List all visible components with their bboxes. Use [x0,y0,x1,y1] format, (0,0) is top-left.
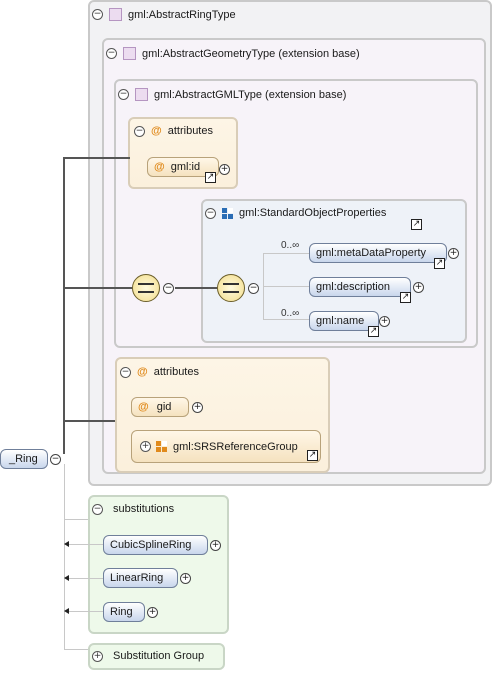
connector-line [63,157,65,454]
cardinality-label: 0..∞ [281,240,300,251]
substitutions-header[interactable]: − substitutions [92,503,174,515]
link-arrow-icon[interactable]: ↗ [434,258,445,269]
attribute-at-icon: @ [138,401,149,413]
ring-element[interactable]: Ring [103,602,145,622]
collapse-icon[interactable]: − [163,283,174,294]
gml-attributes-title: attributes [167,125,213,137]
collapse-icon[interactable]: − [50,454,61,465]
standard-object-properties-header[interactable]: − gml:StandardObjectProperties [205,207,386,219]
collapse-icon[interactable]: − [92,9,103,20]
abstract-ring-type-title: gml:AbstractRingType [128,8,236,21]
collapse-icon[interactable]: − [120,366,131,378]
branch-line [263,253,309,254]
attribute-at-icon: @ [137,366,148,378]
branch-line [64,649,89,650]
expand-icon[interactable]: + [180,573,191,584]
expand-icon[interactable]: + [219,164,230,175]
expand-icon[interactable]: + [379,316,390,327]
linear-ring-label: LinearRing [110,572,164,584]
collapse-icon[interactable]: − [134,125,145,137]
name-label: gml:name [316,315,365,327]
description-label: gml:description [316,281,390,293]
gid-attribute[interactable]: @ gid [131,397,189,417]
attribute-at-icon: @ [154,161,165,173]
link-arrow-icon[interactable]: ↗ [368,326,379,337]
connector-line [63,157,130,159]
sequence-compositor-icon[interactable] [132,274,160,302]
link-arrow-icon[interactable]: ↗ [400,292,411,303]
connector-line [175,287,217,289]
substitutions-title: substitutions [113,503,175,515]
branch-line [64,464,65,649]
standard-object-properties-title: gml:StandardObjectProperties [239,207,387,219]
cardinality-label: 0..∞ [281,308,300,319]
expand-icon[interactable]: + [192,402,203,413]
group-icon [222,207,233,219]
complex-type-icon [109,8,122,21]
branch-line [64,519,89,520]
expand-icon[interactable]: + [140,441,151,452]
abstract-geometry-type-title: gml:AbstractGeometryType (extension base… [142,47,360,60]
linear-ring-element[interactable]: LinearRing [103,568,178,588]
branch-line [263,319,309,320]
ring-attributes-header[interactable]: − @ attributes [120,366,199,378]
branch-line [69,544,103,545]
attribute-group-icon [156,441,167,452]
link-arrow-icon[interactable]: ↗ [411,219,422,230]
branch-line [69,578,103,579]
ring-root-label: _Ring [9,453,38,465]
ring-attributes-title: attributes [153,366,199,378]
expand-icon[interactable]: + [448,248,459,259]
gid-label: gid [156,401,172,413]
cubic-spline-ring-label: CubicSplineRing [110,539,192,551]
collapse-icon[interactable]: − [118,89,129,100]
complex-type-icon [123,47,136,60]
complex-type-icon [135,88,148,101]
gml-id-label: gml:id [170,161,201,173]
connector-line [63,420,115,422]
gml-attributes-header[interactable]: − @ attributes [134,125,213,137]
srs-reference-group[interactable]: + gml:SRSReferenceGroup [131,430,321,463]
substitution-group-title: Substitution Group [113,650,205,662]
cubic-spline-ring-element[interactable]: CubicSplineRing [103,535,208,555]
link-arrow-icon[interactable]: ↗ [205,172,216,183]
collapse-icon[interactable]: − [92,503,103,515]
collapse-icon[interactable]: − [248,283,259,294]
abstract-gml-type-header[interactable]: − gml:AbstractGMLType (extension base) [118,88,346,101]
collapse-icon[interactable]: − [205,207,216,219]
ring-root-element[interactable]: _Ring [0,449,48,469]
substitution-group-header[interactable]: + Substitution Group [92,650,204,662]
expand-icon[interactable]: + [413,282,424,293]
branch-line [263,286,309,287]
description-element[interactable]: gml:description [309,277,411,297]
abstract-gml-type-title: gml:AbstractGMLType (extension base) [154,88,347,101]
srs-reference-group-label: gml:SRSReferenceGroup [173,440,298,453]
meta-data-property-element[interactable]: gml:metaDataProperty [309,243,447,263]
ring-label: Ring [110,606,133,618]
attribute-at-icon: @ [151,125,162,137]
expand-icon[interactable]: + [92,650,103,662]
sequence-compositor-icon[interactable] [217,274,245,302]
branch-line [69,611,103,612]
abstract-geometry-type-header[interactable]: − gml:AbstractGeometryType (extension ba… [106,47,360,60]
collapse-icon[interactable]: − [106,48,117,59]
abstract-ring-type-header[interactable]: − gml:AbstractRingType [92,8,236,21]
expand-icon[interactable]: + [210,540,221,551]
link-arrow-icon[interactable]: ↗ [307,450,318,461]
meta-data-property-label: gml:metaDataProperty [316,247,427,259]
connector-line [63,287,132,289]
expand-icon[interactable]: + [147,607,158,618]
